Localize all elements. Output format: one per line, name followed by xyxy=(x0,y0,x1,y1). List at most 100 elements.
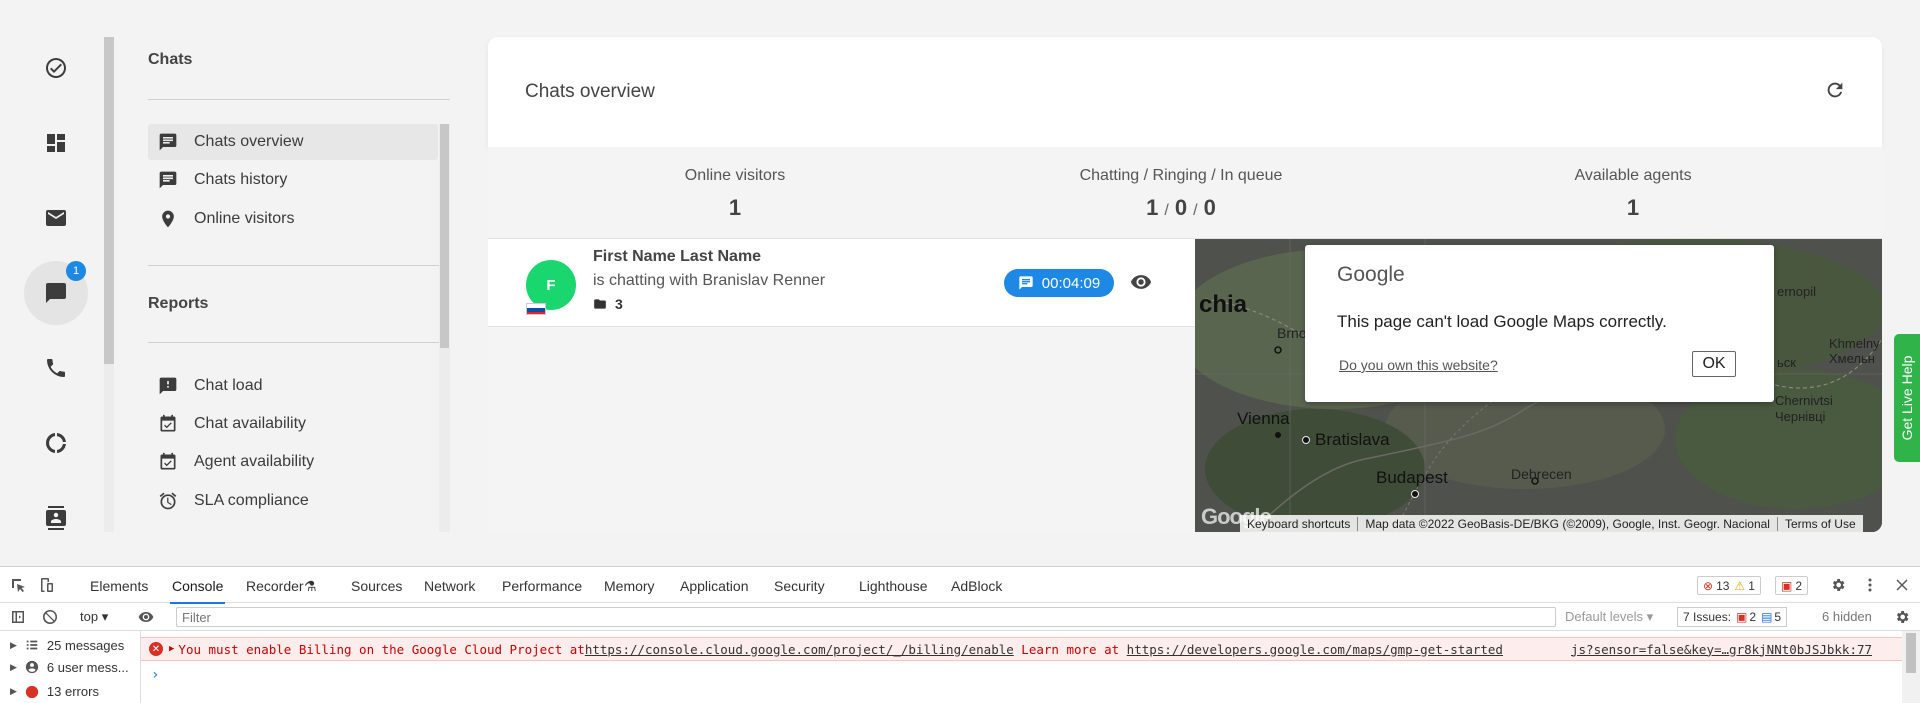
online-visitors-stat: Online visitors 1 xyxy=(585,167,885,221)
tab-memory[interactable]: Memory xyxy=(604,578,655,594)
stat-label: Online visitors xyxy=(684,167,786,184)
console-scrollbar[interactable] xyxy=(1902,631,1920,703)
location-pin-icon xyxy=(162,210,174,228)
visitor-map[interactable]: chia Brno Vienna Bratislava Budapest Deb… xyxy=(1195,239,1882,532)
sidebar-item-chat-availability[interactable]: Chat availability xyxy=(148,406,438,442)
get-live-help-button[interactable]: Get Live Help xyxy=(1894,334,1920,462)
own-website-link[interactable]: Do you own this website? xyxy=(1339,357,1498,373)
stat-value: 1 / 0 / 0 xyxy=(1031,195,1331,221)
view-chat-button[interactable] xyxy=(1130,271,1152,293)
console-counts-badge[interactable]: ⊗ 13 ⚠ 1 xyxy=(1697,576,1761,595)
tab-sources[interactable]: Sources xyxy=(351,578,402,594)
sidebar-item-chats-history[interactable]: Chats history xyxy=(148,162,438,198)
sidebar-item-label: Agent availability xyxy=(194,453,315,470)
sidebar-toggle-icon[interactable] xyxy=(10,609,26,625)
billing-link[interactable]: https://console.cloud.google.com/project… xyxy=(585,642,1014,657)
issues-info: 5 xyxy=(1774,610,1782,624)
sidebar-item-label: Online visitors xyxy=(194,210,295,227)
chats-overview-card: Chats overview xyxy=(488,37,1882,147)
console-prompt[interactable]: › xyxy=(151,667,159,683)
devtools-panel: Elements Console Recorder ⚗ Sources Netw… xyxy=(0,566,1920,703)
tab-elements[interactable]: Elements xyxy=(90,578,148,594)
tab-lighthouse[interactable]: Lighthouse xyxy=(859,578,928,594)
contacts-icon xyxy=(46,506,66,530)
log-levels-select[interactable]: Default levels ▾ xyxy=(1565,609,1653,625)
map-label-ternopil: ernopil xyxy=(1777,284,1817,299)
alert-chat-icon xyxy=(159,377,177,395)
error-icon: ⊗ xyxy=(1703,578,1714,593)
tab-application[interactable]: Application xyxy=(680,578,749,594)
folder-icon xyxy=(594,299,606,309)
calendar-check-icon xyxy=(160,414,176,432)
chat-row[interactable]: F First Name Last Name is chatting with … xyxy=(488,239,1195,327)
sidebar-item-sla-compliance[interactable]: SLA compliance xyxy=(148,483,438,519)
map-attribution: Map data ©2022 GeoBasis-DE/BKG (©2009), … xyxy=(1358,516,1778,531)
folder-count: 3 xyxy=(593,296,623,312)
rail-contacts-button[interactable] xyxy=(24,486,88,550)
map-label-lsk: ьск xyxy=(1777,355,1796,370)
rail-scrollbar[interactable] xyxy=(104,37,114,532)
map-label-khmelny-uk: Хмельн xyxy=(1829,351,1875,366)
live-expression-eye-icon[interactable] xyxy=(138,609,154,625)
ok-button[interactable]: OK xyxy=(1692,351,1736,377)
issues-button[interactable]: 7 Issues: ▣ 2 ▤ 5 xyxy=(1677,607,1788,627)
sidebar-item-label: Chats overview xyxy=(194,133,304,150)
console-sidebar: ▶ 25 messages ▶ 6 user mess... ▶ 13 erro… xyxy=(0,631,141,703)
rail-dashboard-button[interactable] xyxy=(24,111,88,175)
close-icon[interactable] xyxy=(1894,577,1910,593)
hidden-count: 6 hidden xyxy=(1822,609,1872,624)
messages-group[interactable]: ▶ 25 messages xyxy=(10,635,124,655)
sidebar-item-chats-overview[interactable]: Chats overview xyxy=(148,124,438,160)
terms-link[interactable]: Terms of Use xyxy=(1778,517,1863,531)
reports-section-title: Reports xyxy=(148,295,209,312)
tab-adblock[interactable]: AdBlock xyxy=(951,578,1002,594)
tab-recorder[interactable]: Recorder xyxy=(246,578,304,594)
divider xyxy=(148,265,450,266)
rail-tasks-button[interactable] xyxy=(24,36,88,100)
tab-security[interactable]: Security xyxy=(774,578,825,594)
stat-value: 1 xyxy=(1626,195,1640,220)
sidebar-item-agent-availability[interactable]: Agent availability xyxy=(148,444,438,480)
clear-console-icon[interactable] xyxy=(42,609,58,625)
alarm-icon xyxy=(159,492,177,510)
error-source-link[interactable]: js?sensor=false&key=…gr8kjNNt0bJSJbkk:77 xyxy=(1571,642,1872,657)
context-select[interactable]: top ▾ xyxy=(80,609,108,625)
rail-analytics-button[interactable] xyxy=(24,411,88,475)
error-circle-icon xyxy=(25,685,39,699)
sidebar-item-label: Chat availability xyxy=(194,415,307,432)
sidebar-item-online-visitors[interactable]: Online visitors xyxy=(148,201,438,237)
more-vert-icon[interactable] xyxy=(1862,577,1878,593)
flask-icon: ⚗ xyxy=(304,578,317,594)
settings-gear-icon[interactable] xyxy=(1830,577,1846,593)
tab-console[interactable]: Console xyxy=(169,578,226,604)
console-settings-icon[interactable] xyxy=(1894,609,1910,625)
get-started-link[interactable]: https://developers.google.com/maps/gmp-g… xyxy=(1127,642,1503,657)
sidebar-item-chat-load[interactable]: Chat load xyxy=(148,368,438,404)
keyboard-shortcuts-link[interactable]: Keyboard shortcuts xyxy=(1240,516,1359,531)
refresh-button[interactable] xyxy=(1824,79,1846,101)
issue-info-icon: ▤ xyxy=(1761,610,1773,624)
icon-rail: 1 xyxy=(0,0,104,532)
map-footer: Keyboard shortcuts Map data ©2022 GeoBas… xyxy=(1240,515,1863,532)
rail-chat-button[interactable]: 1 xyxy=(24,261,88,325)
rail-phone-button[interactable] xyxy=(24,336,88,400)
dropdown-arrow-icon: ▾ xyxy=(1646,609,1654,624)
sidebar-scrollbar[interactable] xyxy=(439,124,450,532)
sidebar-item-label: Chat load xyxy=(194,377,263,394)
inspect-icon[interactable] xyxy=(10,577,26,593)
console-output: ✕ ▶ You must enable Billing on the Googl… xyxy=(141,631,1902,703)
user-messages-group[interactable]: ▶ 6 user mess... xyxy=(10,657,129,677)
console-filter-input[interactable]: Filter xyxy=(176,607,1556,627)
errors-group[interactable]: ▶ 13 errors xyxy=(10,679,99,703)
tab-performance[interactable]: Performance xyxy=(502,578,582,594)
tab-network[interactable]: Network xyxy=(424,578,475,594)
folder-count-value: 3 xyxy=(615,296,623,312)
issues-badge[interactable]: ▣ 2 xyxy=(1775,576,1809,595)
user-icon xyxy=(25,660,39,674)
map-label-khmelny: Khmelny xyxy=(1829,336,1880,351)
device-toggle-icon[interactable] xyxy=(38,577,54,593)
rail-email-button[interactable] xyxy=(24,186,88,250)
console-error-message[interactable]: ✕ ▶ You must enable Billing on the Googl… xyxy=(141,637,1902,661)
issue-error-icon: ▣ xyxy=(1736,610,1748,624)
map-label-chernivtsi-uk: Чернівці xyxy=(1775,409,1826,424)
